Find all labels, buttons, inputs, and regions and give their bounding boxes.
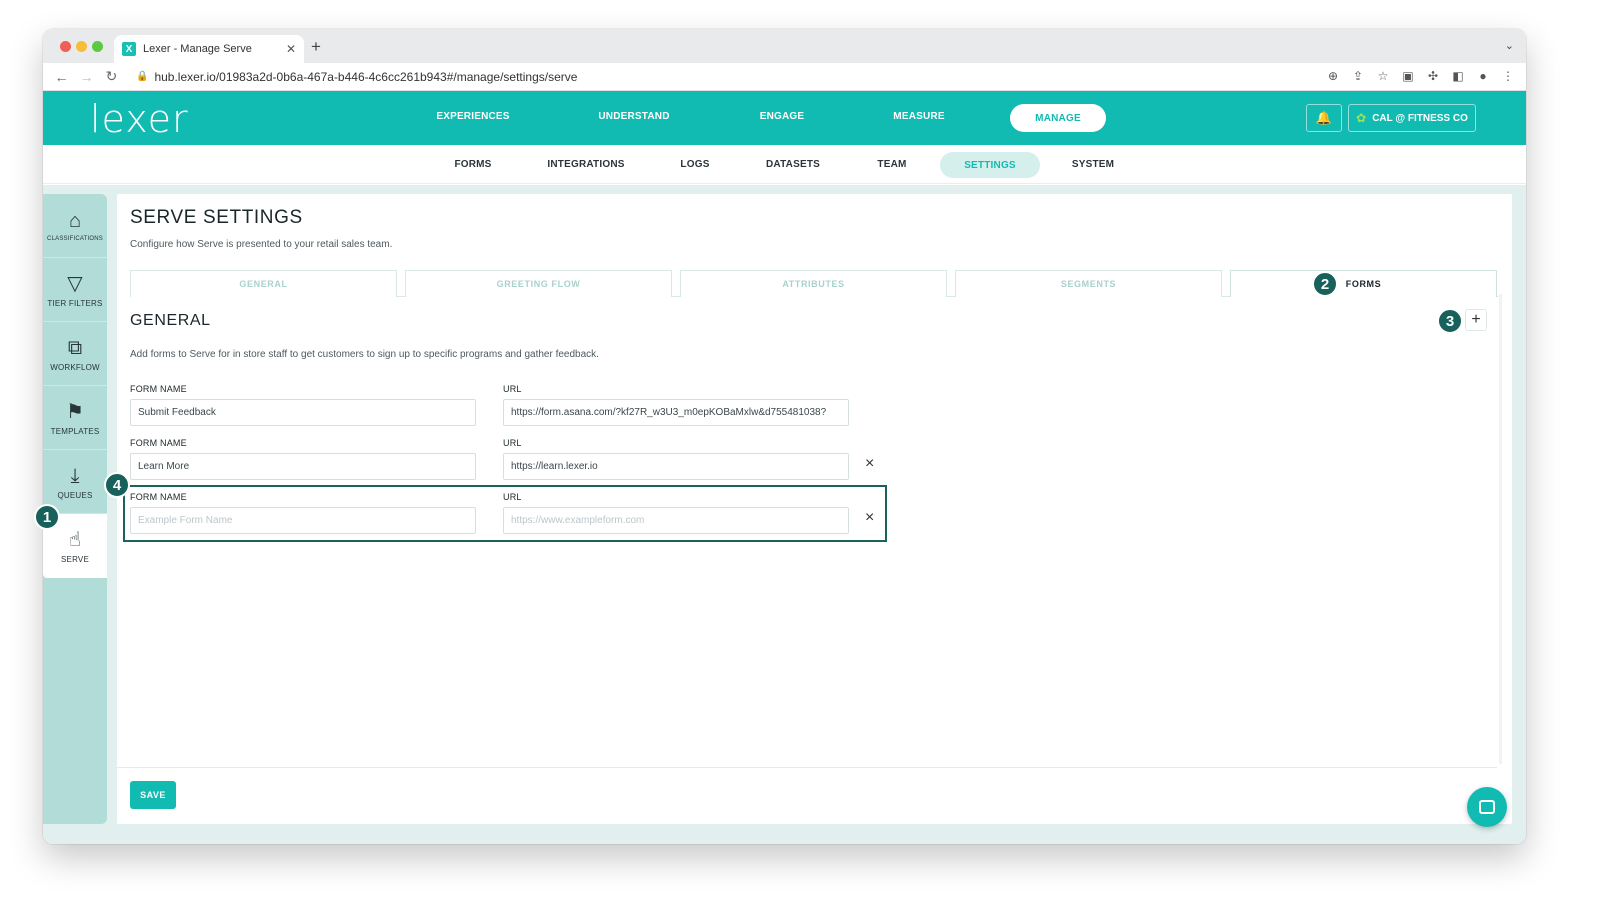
notifications-button[interactable]: 🔔 — [1306, 104, 1342, 132]
new-form-name-field[interactable]: Example Form Name — [130, 507, 476, 534]
sidebar-item-workflow[interactable]: ⧉ WORKFLOW — [43, 322, 107, 386]
scrollbar-track[interactable] — [1499, 294, 1502, 764]
main-nav: EXPERIENCES UNDERSTAND ENGAGE MEASURE MA… — [43, 91, 1526, 145]
sub-nav: FORMS INTEGRATIONS LOGS DATASETS TEAM SE… — [43, 145, 1526, 184]
form-name-label: FORM NAME — [130, 384, 187, 394]
workflow-icon: ⧉ — [67, 336, 83, 359]
new-tab-button[interactable]: + — [311, 37, 321, 57]
browser-tab-bar: X Lexer - Manage Serve ✕ + ⌄ — [43, 29, 1526, 63]
save-button[interactable]: SAVE — [130, 781, 176, 809]
download-tray-icon: ⤓ — [70, 464, 80, 487]
sidebar-item-label: TEMPLATES — [50, 426, 100, 436]
subnav-team[interactable]: TEAM — [877, 159, 906, 170]
tag-icon: ⌂ — [68, 210, 82, 232]
browser-window: X Lexer - Manage Serve ✕ + ⌄ ← → ↻ 🔒 hub… — [43, 29, 1526, 844]
sidebar-item-label: SERVE — [61, 554, 89, 564]
minimize-window-button[interactable] — [76, 41, 87, 52]
form-name-label: FORM NAME — [130, 438, 187, 448]
tab-general[interactable]: GENERAL — [130, 270, 397, 297]
tab-forms[interactable]: FORMS — [1230, 270, 1497, 297]
sidebar-item-label: TIER FILTERS — [47, 298, 103, 308]
chat-launcher-button[interactable] — [1467, 787, 1507, 827]
maximize-window-button[interactable] — [92, 41, 103, 52]
nav-engage[interactable]: ENGAGE — [760, 111, 805, 122]
nav-understand[interactable]: UNDERSTAND — [598, 111, 669, 122]
tab-close-icon[interactable]: ✕ — [286, 42, 296, 56]
annotation-marker: 4 — [104, 472, 130, 498]
browser-tab[interactable]: X Lexer - Manage Serve ✕ — [114, 35, 304, 63]
form-name-field[interactable]: Submit Feedback — [130, 399, 476, 426]
share-icon[interactable]: ⇪ — [1350, 69, 1366, 83]
new-form-url-field[interactable]: https://www.exampleform.com — [503, 507, 849, 534]
url-label: URL — [503, 492, 522, 502]
tab-segments[interactable]: SEGMENTS — [955, 270, 1222, 297]
account-switcher-button[interactable]: ✿ CAL @ FITNESS CO — [1348, 104, 1476, 132]
sidebar-item-classifications[interactable]: ⌂ CLASSIFICATIONS — [43, 194, 107, 258]
form-name-label: FORM NAME — [130, 492, 187, 502]
section-title: GENERAL — [130, 312, 211, 329]
account-name: CAL @ FITNESS CO — [1372, 112, 1468, 124]
hand-icon: ☝ — [68, 528, 82, 551]
nav-manage[interactable]: MANAGE — [1010, 104, 1106, 132]
lexer-favicon-icon: X — [122, 42, 136, 56]
extension-icon[interactable]: ▣ — [1400, 69, 1416, 83]
remove-form-close-icon[interactable]: × — [865, 455, 874, 473]
subnav-integrations[interactable]: INTEGRATIONS — [547, 159, 624, 170]
add-form-button[interactable]: + — [1465, 309, 1487, 331]
subnav-datasets[interactable]: DATASETS — [766, 159, 820, 170]
bell-icon: 🔔 — [1315, 110, 1333, 125]
tab-greeting-flow[interactable]: GREETING FLOW — [405, 270, 672, 297]
chat-bubble-icon — [1479, 800, 1495, 814]
subnav-settings[interactable]: SETTINGS — [940, 152, 1040, 178]
annotation-marker: 3 — [1437, 308, 1463, 334]
profile-icon[interactable]: ● — [1475, 69, 1491, 83]
page-title: SERVE SETTINGS — [130, 207, 303, 228]
sidebar-item-templates[interactable]: ⚑ TEMPLATES — [43, 386, 107, 450]
annotation-marker: 2 — [1312, 271, 1338, 297]
subnav-system[interactable]: SYSTEM — [1072, 159, 1114, 170]
sidebar-item-tier-filters[interactable]: ▽ TIER FILTERS — [43, 258, 107, 322]
filter-icon: ▽ — [67, 272, 83, 295]
form-name-field[interactable]: Learn More — [130, 453, 476, 480]
url-label: URL — [503, 384, 522, 394]
puzzle-icon[interactable]: ✣ — [1425, 69, 1441, 83]
zoom-icon[interactable]: ⊕ — [1325, 69, 1341, 83]
remove-form-close-icon[interactable]: × — [865, 509, 874, 527]
reload-icon[interactable]: ↻ — [99, 68, 124, 85]
url-field[interactable]: hub.lexer.io/01983a2d-0b6a-467a-b446-4c6… — [154, 70, 577, 84]
kebab-menu-icon[interactable]: ⋮ — [1500, 69, 1516, 83]
browser-tab-title: Lexer - Manage Serve — [143, 43, 252, 55]
tab-search-chevron-icon[interactable]: ⌄ — [1505, 39, 1514, 52]
sidebar-item-label: CLASSIFICATIONS — [47, 236, 103, 242]
nav-experiences[interactable]: EXPERIENCES — [436, 111, 509, 122]
address-bar: ← → ↻ 🔒 hub.lexer.io/01983a2d-0b6a-467a-… — [43, 63, 1526, 91]
form-url-field[interactable]: https://form.asana.com/?kf27R_w3U3_m0epK… — [503, 399, 849, 426]
lock-icon[interactable]: 🔒 — [136, 71, 148, 82]
settings-tabs: GENERAL GREETING FLOW ATTRIBUTES SEGMENT… — [130, 270, 1498, 297]
bookmark-icon: ⚑ — [66, 400, 84, 423]
sidebar-toggle-icon[interactable]: ◧ — [1450, 69, 1466, 83]
close-window-button[interactable] — [60, 41, 71, 52]
app-header: lexer EXPERIENCES UNDERSTAND ENGAGE MEAS… — [43, 91, 1526, 145]
url-label: URL — [503, 438, 522, 448]
tab-attributes[interactable]: ATTRIBUTES — [680, 270, 947, 297]
section-description: Add forms to Serve for in store staff to… — [130, 349, 599, 360]
nav-measure[interactable]: MEASURE — [893, 111, 944, 122]
sidebar-item-label: WORKFLOW — [50, 362, 100, 372]
subnav-forms[interactable]: FORMS — [454, 159, 491, 170]
form-url-field[interactable]: https://learn.lexer.io — [503, 453, 849, 480]
back-arrow-icon[interactable]: ← — [49, 69, 74, 85]
forward-arrow-icon[interactable]: → — [74, 69, 99, 85]
app-body: ⌂ CLASSIFICATIONS ▽ TIER FILTERS ⧉ WORKF… — [43, 185, 1526, 844]
footer-divider — [117, 767, 1497, 768]
browser-toolbar: ⊕ ⇪ ☆ ▣ ✣ ◧ ● ⋮ — [1325, 69, 1516, 83]
page-subtitle: Configure how Serve is presented to your… — [130, 239, 393, 250]
settings-panel: SERVE SETTINGS Configure how Serve is pr… — [117, 194, 1512, 824]
sidebar-item-label: QUEUES — [57, 490, 93, 500]
annotation-marker: 1 — [34, 504, 60, 530]
subnav-logs[interactable]: LOGS — [680, 159, 709, 170]
account-avatar-icon: ✿ — [1356, 111, 1367, 125]
star-icon[interactable]: ☆ — [1375, 69, 1391, 83]
